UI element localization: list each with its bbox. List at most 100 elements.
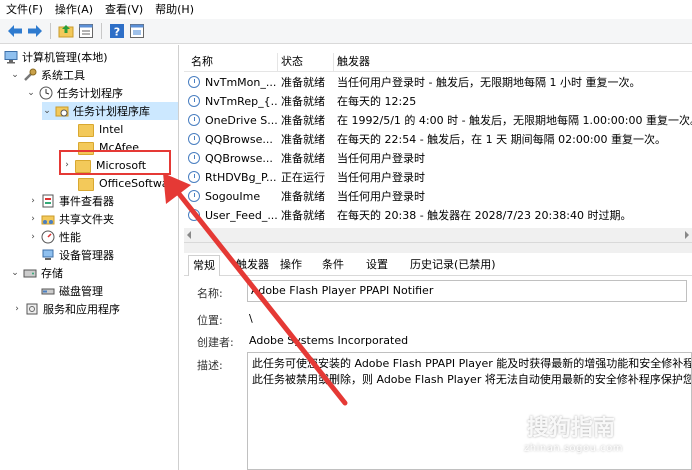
toolbar: ?: [0, 19, 692, 44]
description-field[interactable]: 此任务可使您安装的 Adobe Flash PPAPI Player 能及时获得…: [247, 352, 692, 470]
collapsed-arrow-icon[interactable]: ›: [28, 214, 38, 224]
folder-icon: [78, 141, 94, 155]
toolbar-separator: [101, 23, 102, 39]
table-row[interactable]: NvTmRep_{... 准备就绪 在每天的 12:25: [184, 92, 692, 111]
tree-label: 任务计划程序库: [73, 105, 150, 118]
tree-item-intel[interactable]: Intel: [78, 120, 123, 138]
properties-tabs: 常规 触发器 操作 条件 设置 历史记录(已禁用): [184, 253, 692, 276]
tree-item-task-scheduler[interactable]: ⌄ 任务计划程序: [26, 84, 123, 102]
tools-icon: [23, 68, 37, 82]
tree-item-performance[interactable]: › 性能: [28, 228, 81, 246]
computer-icon: [4, 50, 18, 64]
task-trigger: 当任何用户登录时: [337, 190, 425, 203]
table-row[interactable]: SogouIme 准备就绪 当任何用户登录时: [184, 187, 692, 206]
tree-item-shared-folders[interactable]: › 共享文件夹: [28, 210, 114, 228]
show-hide-pane-icon[interactable]: [128, 22, 146, 40]
tab-general[interactable]: 常规: [188, 255, 220, 276]
description-label: 描述:: [197, 359, 223, 372]
folder-icon: [78, 123, 94, 137]
task-status: 准备就绪: [281, 76, 325, 89]
table-row[interactable]: NvTmMon_... 准备就绪 当任何用户登录时 - 触发后，无限期地每隔 1…: [184, 73, 692, 92]
table-row[interactable]: QQBrowse... 准备就绪 当任何用户登录时: [184, 149, 692, 168]
column-header-status[interactable]: 状态: [278, 53, 334, 71]
tree-item-microsoft[interactable]: › Microsoft: [62, 156, 146, 174]
expand-arrow-icon[interactable]: ⌄: [10, 268, 20, 278]
tree-label: Intel: [99, 122, 124, 136]
tab-actions[interactable]: 操作: [276, 255, 306, 275]
tab-conditions[interactable]: 条件: [318, 255, 348, 275]
menu-action[interactable]: 操作(A): [49, 0, 99, 19]
task-trigger: 当任何用户登录时: [337, 171, 425, 184]
name-field[interactable]: Adobe Flash Player PPAPI Notifier: [247, 280, 687, 302]
disk-icon: [41, 284, 55, 298]
tree-label: 服务和应用程序: [43, 303, 120, 316]
general-properties: 名称: Adobe Flash Player PPAPI Notifier 位置…: [184, 276, 692, 470]
tree-item-computer-management[interactable]: 计算机管理(本地): [4, 48, 108, 66]
task-name: NvTmMon_...: [205, 76, 277, 89]
location-value: \: [249, 312, 253, 325]
pane-splitter[interactable]: [184, 242, 692, 253]
help-icon[interactable]: ?: [108, 22, 126, 40]
tab-triggers[interactable]: 触发器: [232, 255, 273, 275]
svg-text:?: ?: [114, 26, 120, 39]
expand-arrow-icon[interactable]: ⌄: [10, 70, 20, 80]
task-status: 准备就绪: [281, 152, 325, 165]
tree-item-task-scheduler-library[interactable]: ⌄ 任务计划程序库: [42, 102, 178, 120]
table-row[interactable]: User_Feed_... 准备就绪 在每天的 20:38 - 触发器在 202…: [184, 206, 692, 225]
folder-icon: [75, 159, 91, 173]
tree-item-event-viewer[interactable]: › 事件查看器: [28, 192, 114, 210]
task-clock-icon: [188, 209, 200, 221]
tree-label: McAfee: [99, 140, 140, 154]
services-icon: [25, 302, 39, 316]
menu-file[interactable]: 文件(F): [0, 0, 49, 19]
author-value: Adobe Systems Incorporated: [249, 334, 409, 347]
task-trigger: 在 1992/5/1 的 4:00 时 - 触发后，无限期地每隔 1.00:00…: [337, 114, 692, 127]
table-row[interactable]: RtHDVBg_P... 正在运行 当任何用户登录时: [184, 168, 692, 187]
menu-view[interactable]: 查看(V): [99, 0, 149, 19]
tab-history[interactable]: 历史记录(已禁用): [406, 255, 500, 275]
up-folder-icon[interactable]: [57, 22, 75, 40]
column-header-trigger[interactable]: 触发器: [334, 53, 692, 71]
task-name: OneDrive S...: [205, 114, 277, 127]
clock-icon: [39, 86, 53, 100]
author-label: 创建者:: [197, 336, 234, 349]
description-line: 此任务可使您安装的 Adobe Flash PPAPI Player 能及时获得…: [252, 357, 692, 370]
tree-item-services-applications[interactable]: › 服务和应用程序: [12, 300, 120, 318]
task-status: 准备就绪: [281, 114, 325, 127]
task-trigger: 当任何用户登录时 - 触发后，无限期地每隔 1 小时 重复一次。: [337, 76, 641, 89]
task-clock-icon: [188, 171, 200, 183]
table-row[interactable]: QQBrowse... 准备就绪 在每天的 22:54 - 触发后，在 1 天 …: [184, 130, 692, 149]
tree-item-storage[interactable]: ⌄ 存储: [10, 264, 63, 282]
device-manager-icon: [41, 248, 55, 262]
horizontal-scrollbar[interactable]: [184, 228, 692, 242]
tree-item-officesoftware[interactable]: OfficeSoftware: [78, 174, 178, 192]
collapsed-arrow-icon[interactable]: ›: [28, 232, 38, 242]
expand-arrow-icon[interactable]: ⌄: [26, 88, 36, 98]
tree-label: 磁盘管理: [59, 285, 103, 298]
column-header-name[interactable]: 名称: [188, 53, 278, 71]
expand-arrow-icon[interactable]: ⌄: [42, 106, 52, 116]
tree-item-mcafee[interactable]: McAfee: [78, 138, 139, 156]
collapsed-arrow-icon[interactable]: ›: [62, 160, 72, 170]
tree-item-disk-management[interactable]: 磁盘管理: [41, 282, 103, 300]
collapsed-arrow-icon[interactable]: ›: [28, 196, 38, 206]
tree-label: 事件查看器: [59, 195, 114, 208]
task-trigger: 在每天的 22:54 - 触发后，在 1 天 期间每隔 02:00:00 重复一…: [337, 133, 667, 146]
tree-item-system-tools[interactable]: ⌄ 系统工具: [10, 66, 85, 84]
properties-icon[interactable]: [77, 22, 95, 40]
forward-arrow-icon[interactable]: [26, 22, 44, 40]
tab-settings[interactable]: 设置: [362, 255, 392, 275]
task-trigger: 当任何用户登录时: [337, 152, 425, 165]
task-trigger: 在每天的 12:25: [337, 95, 417, 108]
menu-help[interactable]: 帮助(H): [149, 0, 200, 19]
back-arrow-icon[interactable]: [6, 22, 24, 40]
task-name: RtHDVBg_P...: [205, 171, 277, 184]
collapsed-arrow-icon[interactable]: ›: [12, 304, 22, 314]
tree-item-device-manager[interactable]: 设备管理器: [41, 246, 114, 264]
task-status: 正在运行: [281, 171, 325, 184]
storage-icon: [23, 266, 37, 280]
table-row[interactable]: OneDrive S... 准备就绪 在 1992/5/1 的 4:00 时 -…: [184, 111, 692, 130]
name-value: Adobe Flash Player PPAPI Notifier: [251, 284, 434, 297]
table-header: 名称 状态 触发器: [184, 53, 692, 72]
navigation-tree: 计算机管理(本地) ⌄ 系统工具 ⌄ 任务计划程序 ⌄ 任务计划程序库 Inte…: [0, 45, 179, 470]
